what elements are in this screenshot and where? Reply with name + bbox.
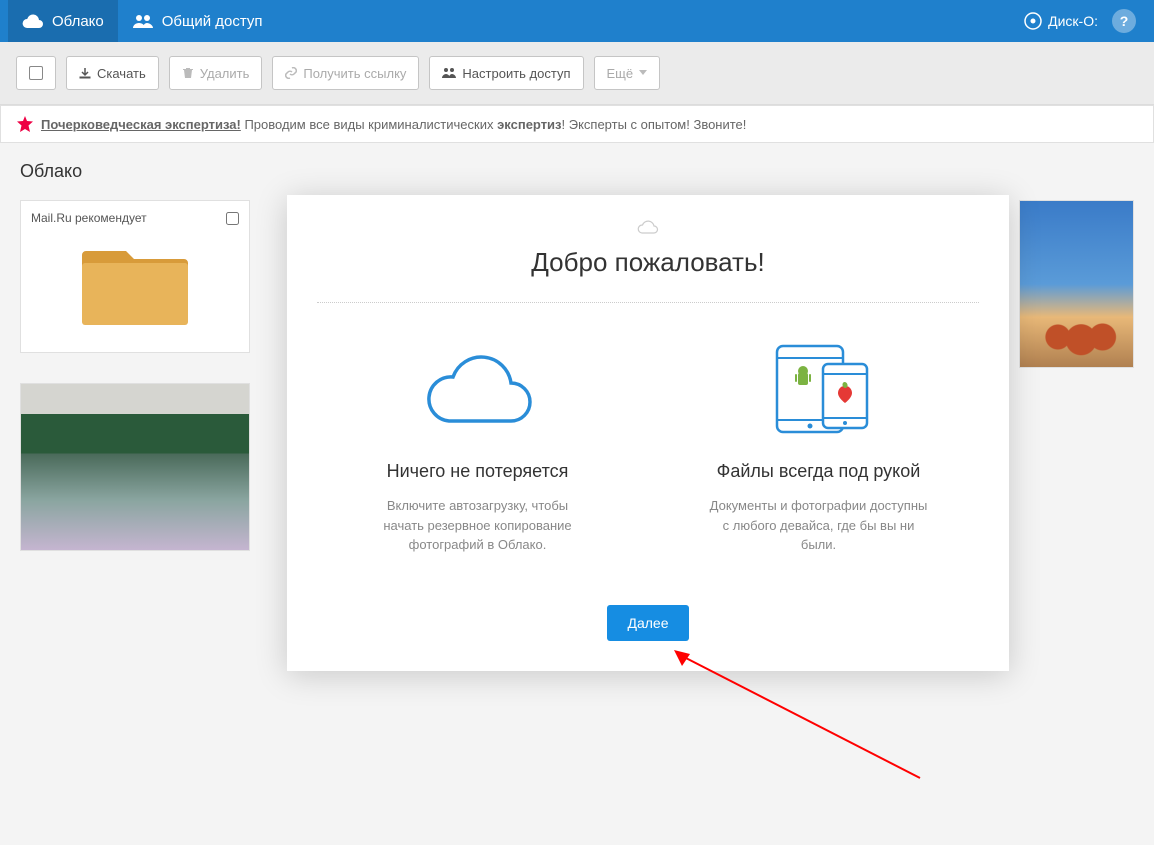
download-button[interactable]: Скачать [66, 56, 159, 90]
folder-checkbox[interactable] [226, 212, 239, 225]
nav-shared-label: Общий доступ [162, 13, 263, 30]
disk-o-link[interactable]: Диск-О: [1024, 12, 1098, 30]
promo-icon [17, 116, 33, 132]
people-icon [442, 67, 456, 79]
feature2-text: Документы и фотографии доступны с любого… [709, 496, 929, 555]
cloud-small-icon [636, 219, 660, 235]
welcome-modal: Добро пожаловать! Ничего не потеряется В… [287, 195, 1009, 671]
modal-title: Добро пожаловать! [317, 247, 979, 278]
help-button[interactable]: ? [1112, 9, 1136, 33]
folder-icon [80, 239, 190, 329]
people-icon [132, 13, 154, 29]
divider [317, 302, 979, 303]
download-icon [79, 67, 91, 79]
promo-banner: Почерковедческая экспертиза! Проводим вс… [0, 105, 1154, 143]
nav-tab-shared[interactable]: Общий доступ [118, 0, 277, 42]
toolbar: Скачать Удалить Получить ссылку Настроит… [0, 42, 1154, 105]
disk-o-label: Диск-О: [1048, 13, 1098, 29]
image-tile-sky[interactable] [1019, 200, 1134, 368]
devices-icon [759, 338, 879, 438]
access-button[interactable]: Настроить доступ [429, 56, 583, 90]
cloud-outline-icon [413, 343, 543, 433]
link-icon [285, 67, 297, 79]
nav-cloud-label: Облако [52, 13, 104, 30]
cloud-icon [22, 13, 44, 29]
folder-tile[interactable]: Mail.Ru рекомендует [20, 200, 250, 353]
disk-icon [1024, 12, 1042, 30]
folder-title: Mail.Ru рекомендует [31, 211, 147, 225]
select-all-checkbox[interactable] [16, 56, 56, 90]
nav-tab-cloud[interactable]: Облако [8, 0, 118, 42]
feature-devices: Файлы всегда под рукой Документы и фотог… [658, 333, 979, 555]
getlink-button[interactable]: Получить ссылку [272, 56, 419, 90]
feature-backup: Ничего не потеряется Включите автозагруз… [317, 333, 638, 555]
feature1-text: Включите автозагрузку, чтобы начать резе… [368, 496, 588, 555]
image-tile-lake[interactable] [20, 383, 250, 551]
breadcrumb: Облако [0, 143, 1154, 200]
more-button[interactable]: Ещё [594, 56, 661, 90]
next-button[interactable]: Далее [607, 605, 688, 641]
feature2-title: Файлы всегда под рукой [668, 461, 969, 482]
top-nav: Облако Общий доступ Диск-О: ? [0, 0, 1154, 42]
feature1-title: Ничего не потеряется [327, 461, 628, 482]
promo-link[interactable]: Почерковедческая экспертиза! [41, 117, 241, 132]
trash-icon [182, 67, 194, 79]
delete-button[interactable]: Удалить [169, 56, 263, 90]
chevron-down-icon [639, 70, 647, 76]
